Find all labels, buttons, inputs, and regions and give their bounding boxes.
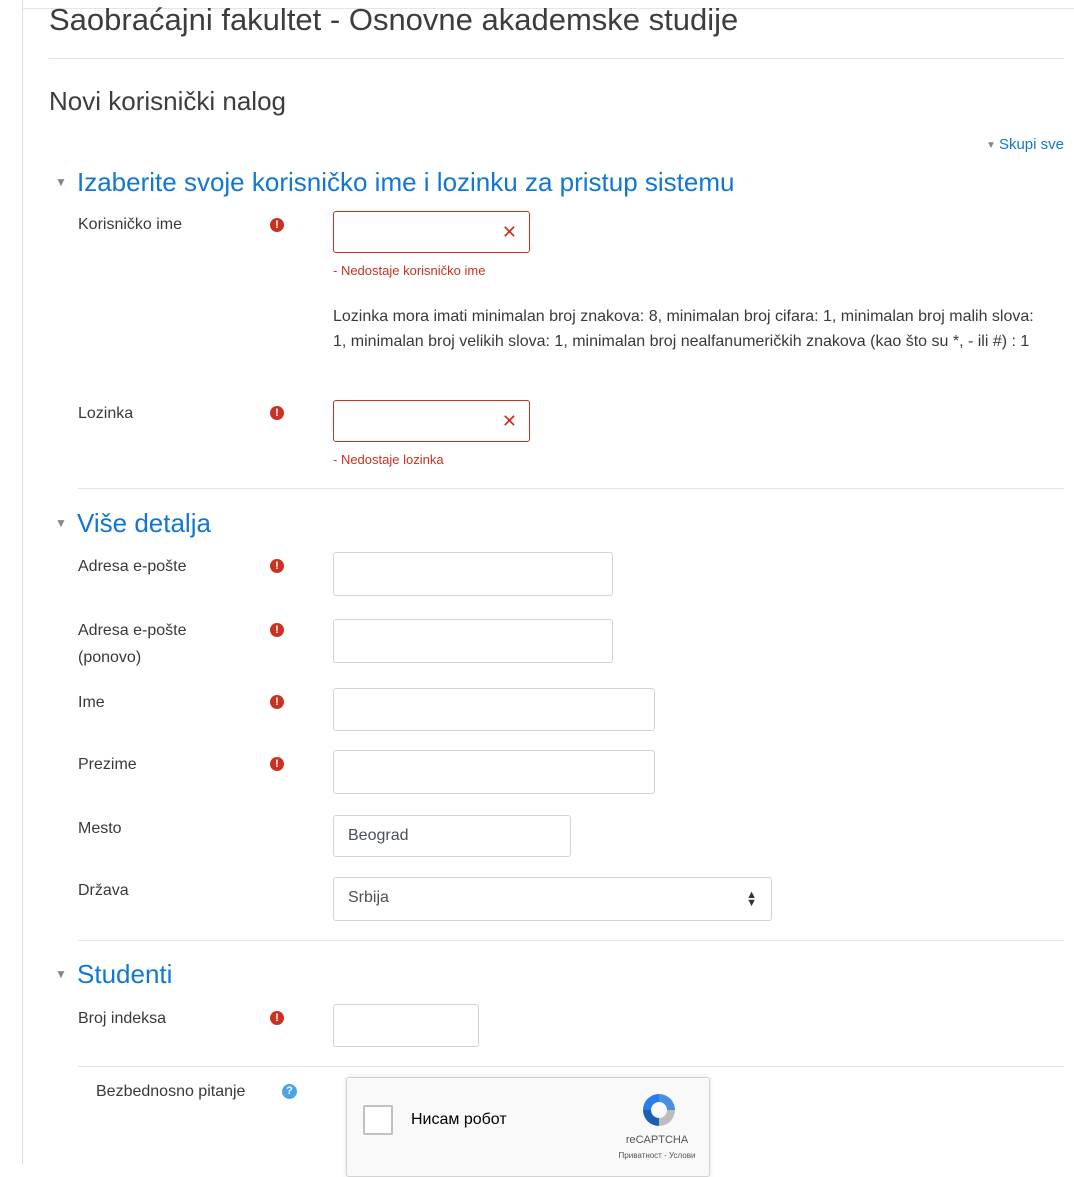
city-input[interactable]: Beograd xyxy=(333,815,571,857)
times-icon: ✕ xyxy=(501,411,517,431)
lastname-label: Prezime xyxy=(78,756,137,773)
section-header-credentials[interactable]: ▼ Izaberite svoje korisničko ime i lozink… xyxy=(55,166,734,198)
index-label: Broj indeksa xyxy=(78,1010,167,1027)
title-divider xyxy=(49,58,1064,59)
country-value: Srbija xyxy=(348,889,389,906)
email-again-label-line1: Adresa e-pošte xyxy=(78,622,187,639)
recaptcha-brand: reCAPTCHA xyxy=(625,1134,689,1146)
caret-down-icon: ▼ xyxy=(55,175,67,189)
exclamation-circle-icon: ! xyxy=(270,406,284,420)
section-divider xyxy=(78,488,1064,489)
exclamation-circle-icon: ! xyxy=(270,1011,284,1025)
caret-down-icon: ▼ xyxy=(55,967,67,981)
username-input[interactable]: ✕ xyxy=(333,211,530,253)
email-again-label-line2: (ponovo) xyxy=(78,649,142,666)
lastname-input[interactable] xyxy=(333,750,655,794)
password-error: - Nedostaje lozinka xyxy=(333,452,444,467)
site-title: Saobraćajni fakultet - Osnovne akademske… xyxy=(49,2,739,37)
recaptcha-links[interactable]: Приватност - Услови xyxy=(609,1151,705,1160)
section-title-details: Više detalja xyxy=(77,508,211,538)
email-again-label: Adresa e-pošte (ponovo) xyxy=(78,617,187,671)
password-input[interactable]: ✕ xyxy=(333,400,530,442)
index-input[interactable] xyxy=(333,1004,479,1047)
times-icon: ✕ xyxy=(501,222,517,242)
password-policy: Lozinka mora imati minimalan broj znakov… xyxy=(333,308,1034,350)
country-select[interactable]: Srbija ▲ ▼ xyxy=(333,877,772,921)
password-label: Lozinka xyxy=(78,405,134,422)
username-error: - Nedostaje korisničko ime xyxy=(333,263,486,278)
recaptcha-label: Нисам робот xyxy=(411,1111,507,1128)
sort-arrows-icon: ▲ ▼ xyxy=(746,889,757,909)
recaptcha-logo-icon xyxy=(643,1094,675,1126)
exclamation-circle-icon: ! xyxy=(270,623,284,637)
email-input[interactable] xyxy=(333,552,613,596)
country-label: Država xyxy=(78,882,129,899)
section-divider xyxy=(78,1066,1064,1067)
recaptcha-checkbox[interactable] xyxy=(363,1105,393,1135)
question-circle-icon[interactable]: ? xyxy=(282,1084,297,1099)
section-header-details[interactable]: ▼ Više detalja xyxy=(55,507,211,539)
firstname-label: Ime xyxy=(78,694,105,711)
exclamation-circle-icon: ! xyxy=(270,218,284,232)
email-label: Adresa e-pošte xyxy=(78,558,187,575)
security-question-label: Bezbednosno pitanje xyxy=(96,1083,246,1100)
section-divider xyxy=(78,940,1064,941)
section-title-students: Studenti xyxy=(77,959,173,989)
exclamation-circle-icon: ! xyxy=(270,695,284,709)
collapse-all-link[interactable]: ▼ Skupi sve xyxy=(986,136,1064,153)
caret-down-icon: ▼ xyxy=(986,140,996,151)
page-left-border xyxy=(22,0,23,1164)
username-label: Korisničko ime xyxy=(78,216,183,233)
recaptcha-widget: Нисам робот reCAPTCHA Приватност - Услов… xyxy=(346,1077,710,1177)
collapse-all-label: Skupi sve xyxy=(998,136,1064,153)
exclamation-circle-icon: ! xyxy=(270,559,284,573)
firstname-input[interactable] xyxy=(333,688,655,731)
section-header-students[interactable]: ▼ Studenti xyxy=(55,958,172,990)
caret-down-icon: ▼ xyxy=(55,516,67,530)
city-label: Mesto xyxy=(78,820,122,837)
email-again-input[interactable] xyxy=(333,619,613,663)
city-value: Beograd xyxy=(348,827,409,844)
exclamation-circle-icon: ! xyxy=(270,757,284,771)
section-title-credentials: Izaberite svoje korisničko ime i lozinku… xyxy=(77,167,735,197)
page-title: Novi korisnički nalog xyxy=(49,86,286,116)
